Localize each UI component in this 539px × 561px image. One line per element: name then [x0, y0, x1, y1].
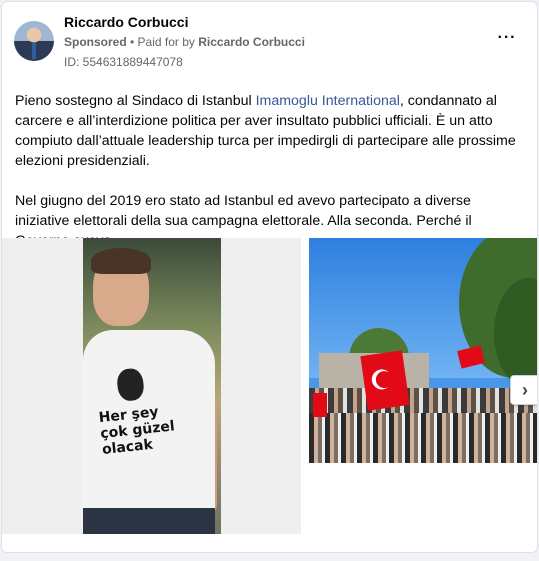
sponsored-label: Sponsored	[64, 35, 127, 49]
shirt-print-face	[115, 367, 146, 402]
meta-separator: •	[126, 35, 138, 49]
body-text-part1: Pieno sostegno al Sindaco di Istanbul	[15, 93, 256, 109]
carousel-image-1[interactable]: Her şey çok güzel olacak	[2, 238, 301, 534]
media-carousel: Her şey çok güzel olacak ›	[2, 238, 537, 534]
post-body: Pieno sostegno al Sindaco di Istanbul Im…	[15, 91, 527, 251]
turkish-flag-large	[360, 350, 410, 411]
post-paragraph-1: Pieno sostegno al Sindaco di Istanbul Im…	[15, 91, 527, 171]
author-avatar[interactable]	[14, 21, 54, 61]
chevron-right-icon[interactable]: ›	[510, 375, 537, 405]
post-header: Riccardo Corbucci Sponsored • Paid for b…	[14, 14, 525, 70]
author-name[interactable]: Riccardo Corbucci	[64, 14, 188, 30]
photo-crowd-front	[309, 413, 537, 463]
ad-id: ID: 554631889447078	[64, 55, 183, 69]
more-options-icon[interactable]: ···	[495, 30, 519, 51]
avatar-tie	[32, 43, 36, 59]
turkish-flag-left	[313, 393, 327, 417]
imamoglu-link[interactable]: Imamoglu International	[256, 93, 400, 109]
photo-man-tshirt: Her şey çok güzel olacak	[83, 238, 221, 534]
carousel-image-2[interactable]	[309, 238, 537, 463]
shirt-print: Her şey çok güzel olacak	[94, 364, 184, 472]
sponsored-meta: Sponsored • Paid for by Riccardo Corbucc…	[64, 35, 305, 49]
shirt-print-text: Her şey çok güzel olacak	[98, 401, 193, 458]
photo-jeans	[83, 508, 215, 534]
paid-for-prefix: Paid for by	[137, 35, 199, 49]
photo-hair	[91, 248, 151, 274]
paid-for-name[interactable]: Riccardo Corbucci	[198, 35, 305, 49]
ad-post-card: Riccardo Corbucci Sponsored • Paid for b…	[1, 1, 538, 553]
